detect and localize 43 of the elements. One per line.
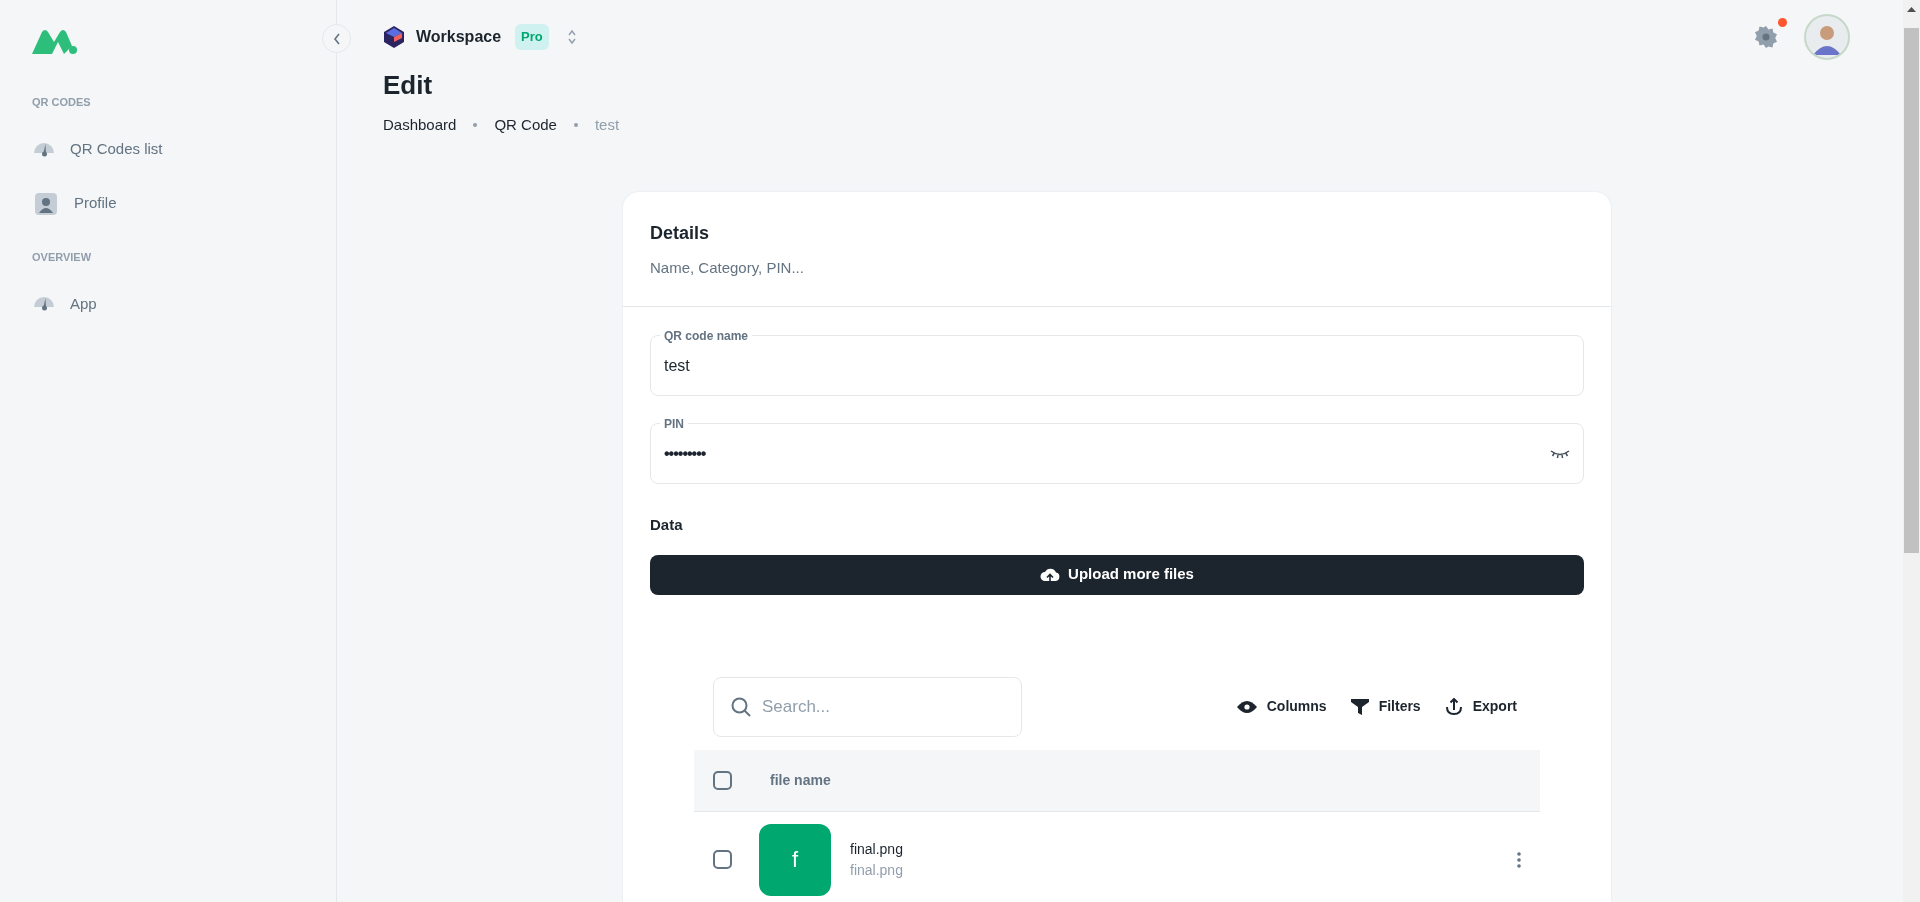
- workspace-name[interactable]: Workspace: [416, 25, 502, 49]
- search-field[interactable]: Search...: [713, 676, 1022, 737]
- eye-closed-icon[interactable]: [1550, 448, 1570, 459]
- file-thumbnail: f: [759, 823, 831, 896]
- breadcrumb-current: test: [594, 115, 620, 135]
- upload-button[interactable]: Upload more files: [650, 554, 1584, 595]
- export-icon: [1444, 697, 1463, 716]
- user-icon: [34, 191, 58, 216]
- scroll-up-icon[interactable]: [1907, 7, 1916, 12]
- cloud-upload-icon: [1040, 566, 1061, 583]
- filter-button[interactable]: Filters: [1346, 688, 1425, 725]
- scrollbar[interactable]: [1903, 0, 1920, 902]
- plan-badge: Pro: [515, 24, 549, 50]
- sidebar-item[interactable]: QR Codes list: [32, 126, 304, 173]
- file-name: final.png: [850, 839, 903, 859]
- chevron-left-icon: [332, 32, 341, 45]
- breadcrumb-link[interactable]: Dashboard: [383, 114, 457, 137]
- card-title: Details: [650, 221, 711, 245]
- search-icon: [730, 695, 752, 718]
- expand-icon[interactable]: [566, 29, 577, 45]
- select-all-checkbox[interactable]: [713, 770, 732, 790]
- more-icon[interactable]: [1517, 851, 1521, 868]
- workspace-logo-icon: [382, 25, 406, 49]
- avatar[interactable]: [1804, 14, 1850, 60]
- page-title: Edit: [383, 74, 434, 100]
- file-subtitle: final.png: [850, 860, 903, 880]
- eye-button[interactable]: Columns: [1232, 688, 1331, 725]
- settings-icon[interactable]: [1753, 24, 1779, 50]
- section-title: QR CODES: [32, 95, 92, 110]
- data-label: Data: [650, 515, 684, 535]
- breadcrumb-link[interactable]: QR Code: [494, 114, 557, 137]
- sidebar-item[interactable]: Profile: [32, 180, 304, 227]
- gauge-icon: [34, 142, 54, 157]
- export-button[interactable]: Export: [1440, 688, 1521, 725]
- row-checkbox[interactable]: [713, 850, 732, 869]
- sidebar-item[interactable]: App: [32, 281, 304, 327]
- collapse-button[interactable]: [322, 24, 351, 53]
- section-title: OVERVIEW: [32, 249, 93, 265]
- gauge-icon: [34, 297, 54, 311]
- column-header: file name: [770, 770, 831, 790]
- eye-icon: [1236, 699, 1257, 714]
- filter-icon: [1350, 697, 1369, 716]
- card-subtitle: Name, Category, PIN...: [650, 257, 805, 278]
